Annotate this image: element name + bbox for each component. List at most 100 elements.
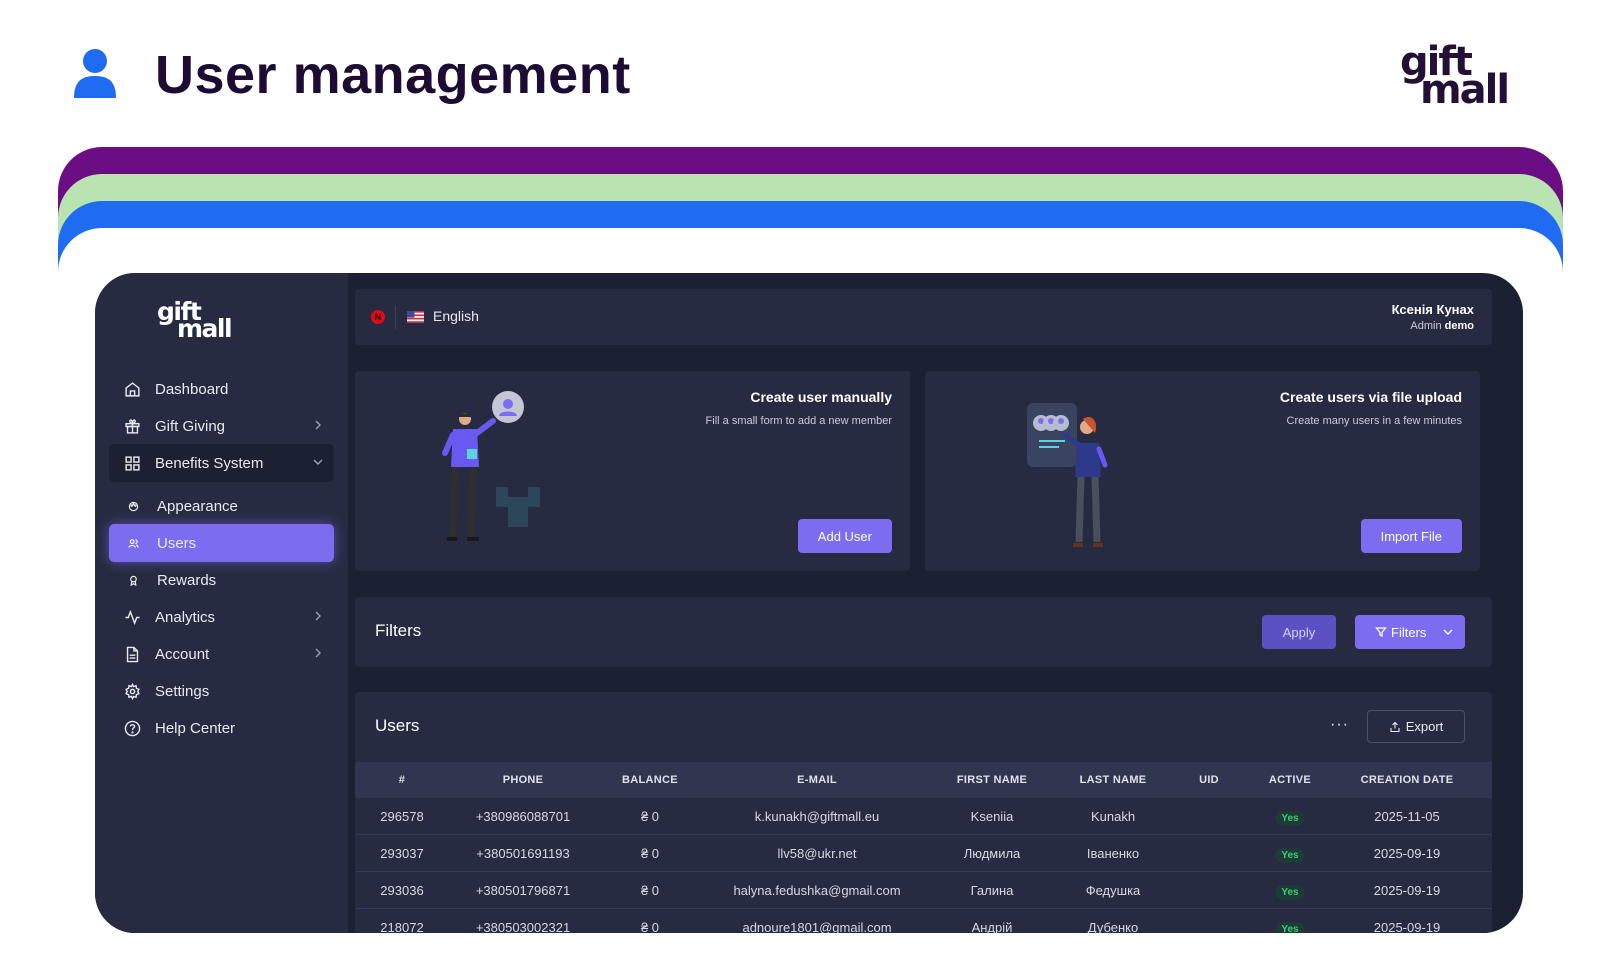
export-button[interactable]: Export [1367, 710, 1465, 743]
sidebar-logo[interactable]: gift mall [157, 299, 257, 343]
import-file-button[interactable]: Import File [1360, 519, 1462, 553]
sidebar-item-label: Users [157, 534, 197, 552]
card-title: Create users via file upload [1279, 389, 1462, 405]
table-row[interactable]: 293037 +380501691193 ₴ 0 llv58@ukr.net Л… [355, 835, 1492, 872]
cell-creation-date: 2025-09-19 [1373, 883, 1441, 898]
sidebar-item-label: Rewards [157, 571, 217, 589]
cell-email: adnoure1801@gmail.com [742, 920, 892, 933]
sidebar-item-rewards[interactable]: Rewards [109, 561, 334, 599]
user-name[interactable]: Ксенія Кунах [1392, 302, 1474, 317]
sidebar-item-account[interactable]: Account [109, 635, 334, 673]
cell-id: 296578 [380, 809, 424, 824]
document-icon [123, 645, 141, 663]
brand-logo: gift mall [1400, 42, 1530, 112]
cell-balance: ₴ 0 [640, 920, 660, 933]
brand-logo-line2: mall [1420, 67, 1510, 113]
column-header-last-name[interactable]: LAST NAME [1080, 774, 1147, 786]
cell-id: 293036 [380, 883, 424, 898]
column-header-creation-date[interactable]: CREATION DATE [1361, 774, 1454, 786]
language-selector[interactable]: English [433, 308, 479, 324]
table-header: # PHONE BALANCE E-MAIL FIRST NAME LAST N… [355, 762, 1492, 798]
home-icon [123, 380, 141, 398]
woman-with-board-illustration [1027, 403, 1108, 547]
status-badge: Yes [1275, 848, 1305, 863]
sidebar-item-label: Benefits System [155, 454, 264, 472]
cell-creation-date: 2025-11-05 [1374, 809, 1440, 824]
column-header-balance[interactable]: BALANCE [622, 774, 678, 786]
cell-email: llv58@ukr.net [777, 846, 857, 861]
sidebar-item-label: Settings [155, 682, 210, 700]
sidebar-item-help-center[interactable]: Help Center [109, 709, 334, 747]
sidebar-item-gift-giving[interactable]: Gift Giving [109, 407, 334, 445]
cell-first-name: Андрій [971, 920, 1013, 933]
filters-title: Filters [375, 621, 422, 640]
palette-icon [127, 500, 139, 512]
cell-id: 218072 [380, 920, 424, 933]
column-header-first-name[interactable]: FIRST NAME [957, 774, 1027, 786]
users-table-card: Users ··· Export # PHONE BALANCE E-MAIL … [355, 692, 1492, 933]
us-flag-icon[interactable] [407, 311, 424, 323]
cell-first-name: Галина [970, 883, 1014, 898]
cell-creation-date: 2025-09-19 [1373, 846, 1441, 861]
filters-card: Filters Apply Filters [355, 597, 1492, 667]
table-row[interactable]: 296578 +380986088701 ₴ 0 k.kunakh@giftma… [355, 798, 1492, 835]
cell-balance: ₴ 0 [640, 809, 660, 824]
sidebar-item-dashboard[interactable]: Dashboard [109, 370, 334, 408]
sidebar: gift mall Dashboard Gift Giving Benefits… [95, 273, 348, 933]
more-options-icon[interactable]: ··· [1330, 716, 1349, 734]
table-row[interactable]: 218072 +380503002321 ₴ 0 adnoure1801@gma… [355, 909, 1492, 933]
sidebar-item-settings[interactable]: Settings [109, 672, 334, 710]
cell-phone: +380503002321 [475, 920, 571, 933]
table-row[interactable]: 293036 +380501796871 ₴ 0 halyna.fedushka… [355, 872, 1492, 909]
cell-last-name: Дубенко [1087, 920, 1139, 933]
user-org: demo [1444, 320, 1474, 332]
sidebar-item-analytics[interactable]: Analytics [109, 598, 334, 636]
cell-phone: +380501796871 [475, 883, 571, 898]
man-pointing-illustration [442, 391, 540, 541]
sidebar-item-label: Appearance [157, 497, 238, 515]
card-subtitle: Fill a small form to add a new member [705, 415, 892, 427]
gift-icon [123, 417, 141, 435]
column-header-email[interactable]: E-MAIL [797, 774, 837, 786]
column-header-uid[interactable]: UID [1199, 774, 1219, 786]
column-header-phone[interactable]: PHONE [503, 774, 544, 786]
card-title: Create user manually [750, 389, 892, 405]
column-header-active[interactable]: ACTIVE [1269, 774, 1311, 786]
app-window: gift mall Dashboard Gift Giving Benefits… [95, 273, 1523, 933]
cell-id: 293037 [380, 846, 424, 861]
chevron-right-icon [315, 648, 321, 658]
activity-icon [123, 608, 141, 626]
filters-dropdown-button[interactable]: Filters [1355, 615, 1465, 649]
grid-icon [123, 454, 141, 472]
sidebar-item-benefits-system[interactable]: Benefits System [109, 444, 334, 482]
add-user-button[interactable]: Add User [797, 519, 892, 553]
cell-last-name: Іваненко [1086, 846, 1140, 861]
sidebar-logo-line2: mall [177, 314, 233, 343]
cell-first-name: Kseniia [970, 809, 1014, 824]
help-icon [123, 719, 141, 737]
cell-phone: +380501691193 [476, 846, 570, 861]
apply-button[interactable]: Apply [1262, 615, 1336, 649]
topbar-divider [395, 305, 396, 329]
chevron-right-icon [315, 611, 321, 621]
chevron-right-icon [315, 420, 321, 430]
cell-creation-date: 2025-09-19 [1373, 920, 1441, 933]
cell-balance: ₴ 0 [640, 883, 660, 898]
column-header-id[interactable]: # [399, 774, 405, 786]
upload-icon [1390, 721, 1400, 732]
cell-phone: +380986088701 [475, 809, 571, 824]
sidebar-item-appearance[interactable]: Appearance [109, 487, 334, 525]
sidebar-item-users[interactable]: Users [109, 524, 334, 562]
company-logo[interactable]: N [371, 310, 385, 324]
card-subtitle: Create many users in a few minutes [1286, 415, 1462, 427]
cell-email: halyna.fedushka@gmail.com [733, 883, 901, 898]
status-badge: Yes [1275, 811, 1305, 826]
cell-first-name: Людмила [963, 846, 1021, 861]
sidebar-item-label: Gift Giving [155, 417, 226, 435]
cell-balance: ₴ 0 [640, 846, 660, 861]
user-role: Admin demo [1410, 320, 1474, 332]
user-icon [74, 49, 116, 98]
chevron-down-icon [1443, 629, 1453, 635]
export-label: Export [1405, 719, 1444, 734]
user-role-label: Admin [1410, 320, 1442, 332]
